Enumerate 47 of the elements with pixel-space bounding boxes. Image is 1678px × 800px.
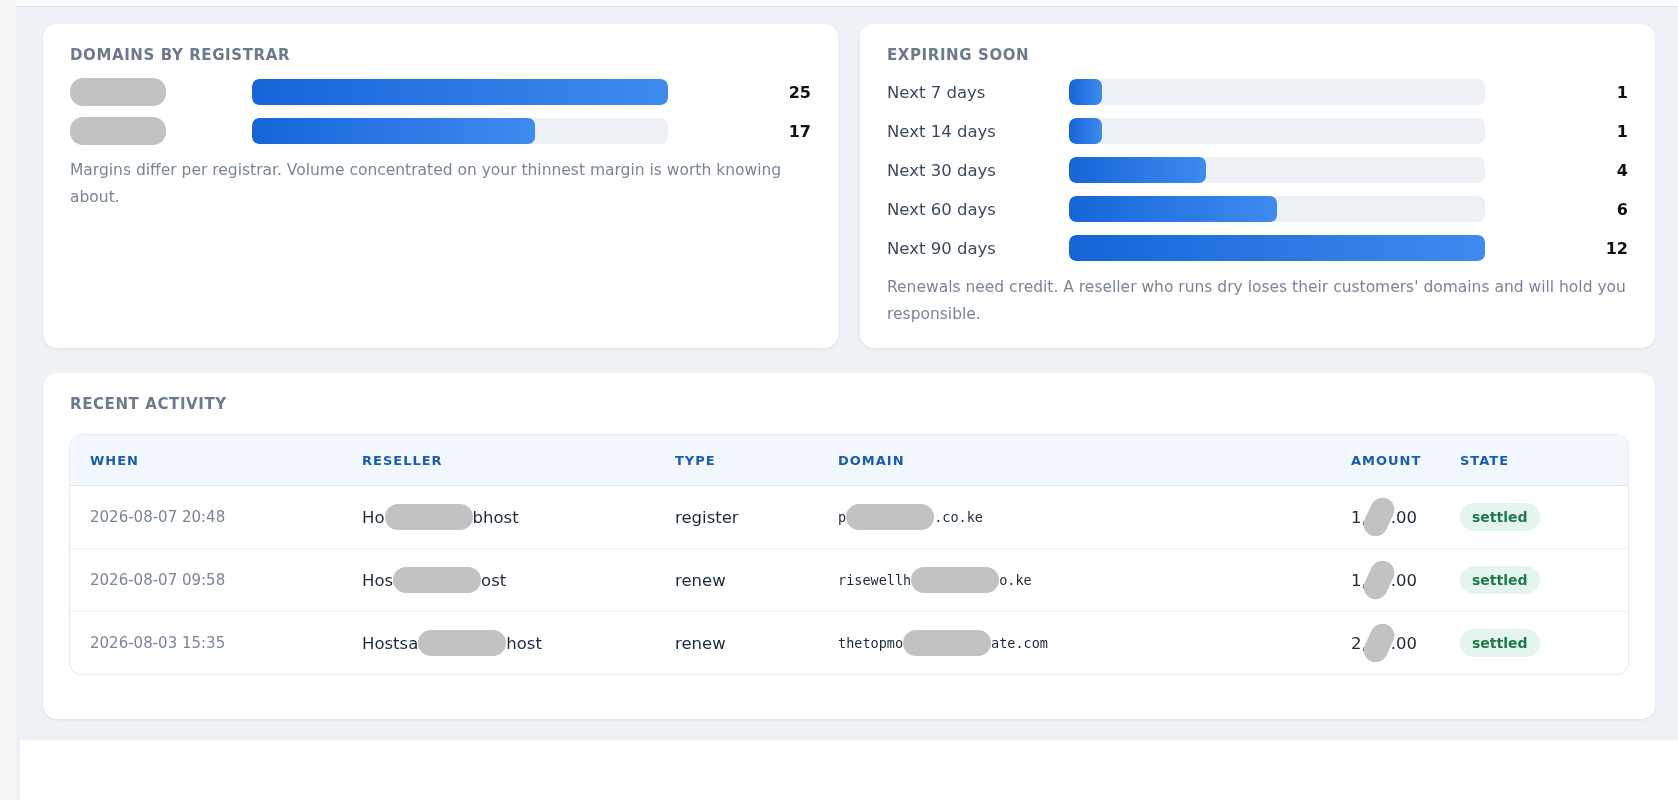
status-badge: settled xyxy=(1460,503,1540,531)
table-cell-text: renew xyxy=(675,633,727,653)
table-cell: o.ke xyxy=(999,572,1032,588)
table-cell-text: 2026-08-07 09:58 xyxy=(90,571,227,589)
table-cell-text: 2026-08-07 20:48 xyxy=(90,508,227,526)
status-badge: settled xyxy=(1460,566,1540,594)
period-label: Next 30 days xyxy=(887,160,996,180)
table-cell: p xyxy=(838,509,847,525)
table-cell-text: 2026-08-03 15:35 xyxy=(90,634,227,652)
table-cell: ost xyxy=(481,570,507,590)
count-label: 1 xyxy=(1616,82,1628,102)
table-cell: Hos xyxy=(362,570,394,590)
table-cell: Hostsa xyxy=(362,633,419,653)
table-cell: Ho xyxy=(362,507,385,527)
period-label: Next 90 days xyxy=(887,238,996,258)
count-label: 1 xyxy=(1616,121,1628,141)
count-label: 17 xyxy=(788,121,811,141)
period-label: Next 60 days xyxy=(887,199,996,219)
status-badge: settled xyxy=(1460,629,1540,657)
table-cell: .co.ke xyxy=(934,509,983,525)
column-header: RESELLER xyxy=(362,452,444,468)
table-cell: .00 xyxy=(1390,570,1417,590)
column-header: STATE xyxy=(1460,452,1511,468)
table-cell: .00 xyxy=(1390,633,1417,653)
table-cell-text: renew xyxy=(675,570,727,590)
column-header: WHEN xyxy=(90,452,140,468)
count-label: 12 xyxy=(1605,238,1628,258)
table-cell: ate.com xyxy=(991,635,1048,651)
count-label: 6 xyxy=(1616,199,1628,219)
card-title: RECENT ACTIVITY xyxy=(70,395,228,413)
column-header: AMOUNT xyxy=(1351,452,1423,468)
table-cell: bhost xyxy=(472,507,519,527)
table-cell: host xyxy=(506,633,542,653)
note-text: Renewals need credit. A reseller who runs dry loses their customers' domains and will hold you responsible. xyxy=(887,277,1627,325)
period-label: Next 7 days xyxy=(887,82,986,102)
card-title: EXPIRING SOON xyxy=(887,46,1031,64)
card-title: DOMAINS BY REGISTRAR xyxy=(70,46,292,64)
period-label: Next 14 days xyxy=(887,121,996,141)
table-cell: thetopmo xyxy=(838,635,904,651)
table-cell: .00 xyxy=(1390,507,1417,527)
column-header: TYPE xyxy=(675,452,717,468)
note-text: Margins differ per registrar. Volume concentrated on your thinnest margin is worth knowing about. xyxy=(70,160,783,208)
column-header: DOMAIN xyxy=(838,452,906,468)
count-label: 25 xyxy=(788,82,811,102)
count-label: 4 xyxy=(1616,160,1628,180)
table-cell: risewellh xyxy=(838,572,912,588)
table-cell-text: register xyxy=(675,507,740,527)
